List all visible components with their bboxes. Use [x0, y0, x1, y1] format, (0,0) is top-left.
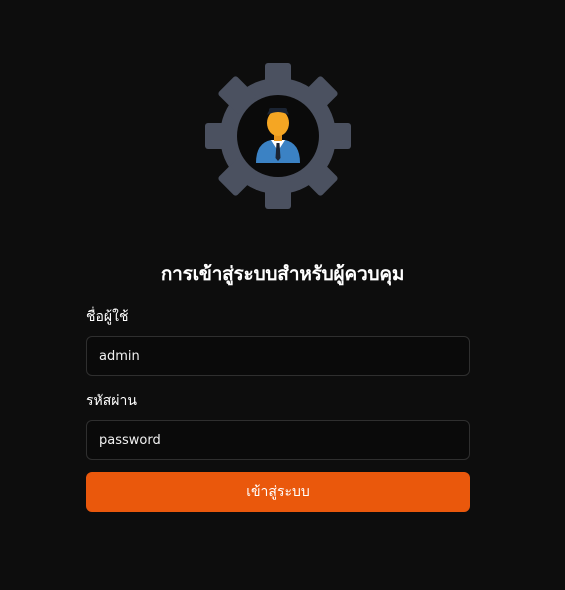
login-button[interactable]: เข้าสู่ระบบ	[86, 472, 470, 512]
password-label: รหัสผ่าน	[86, 393, 137, 409]
username-label: ชื่อผู้ใช้	[86, 309, 129, 325]
password-input[interactable]	[86, 420, 470, 460]
page-title: การเข้าสู่ระบบสำหรับผู้ควบคุม	[160, 263, 405, 285]
username-input[interactable]	[86, 336, 470, 376]
login-page: การเข้าสู่ระบบสำหรับผู้ควบคุม ชื่อผู้ใช้…	[0, 0, 565, 590]
admin-gear-icon	[205, 63, 351, 209]
